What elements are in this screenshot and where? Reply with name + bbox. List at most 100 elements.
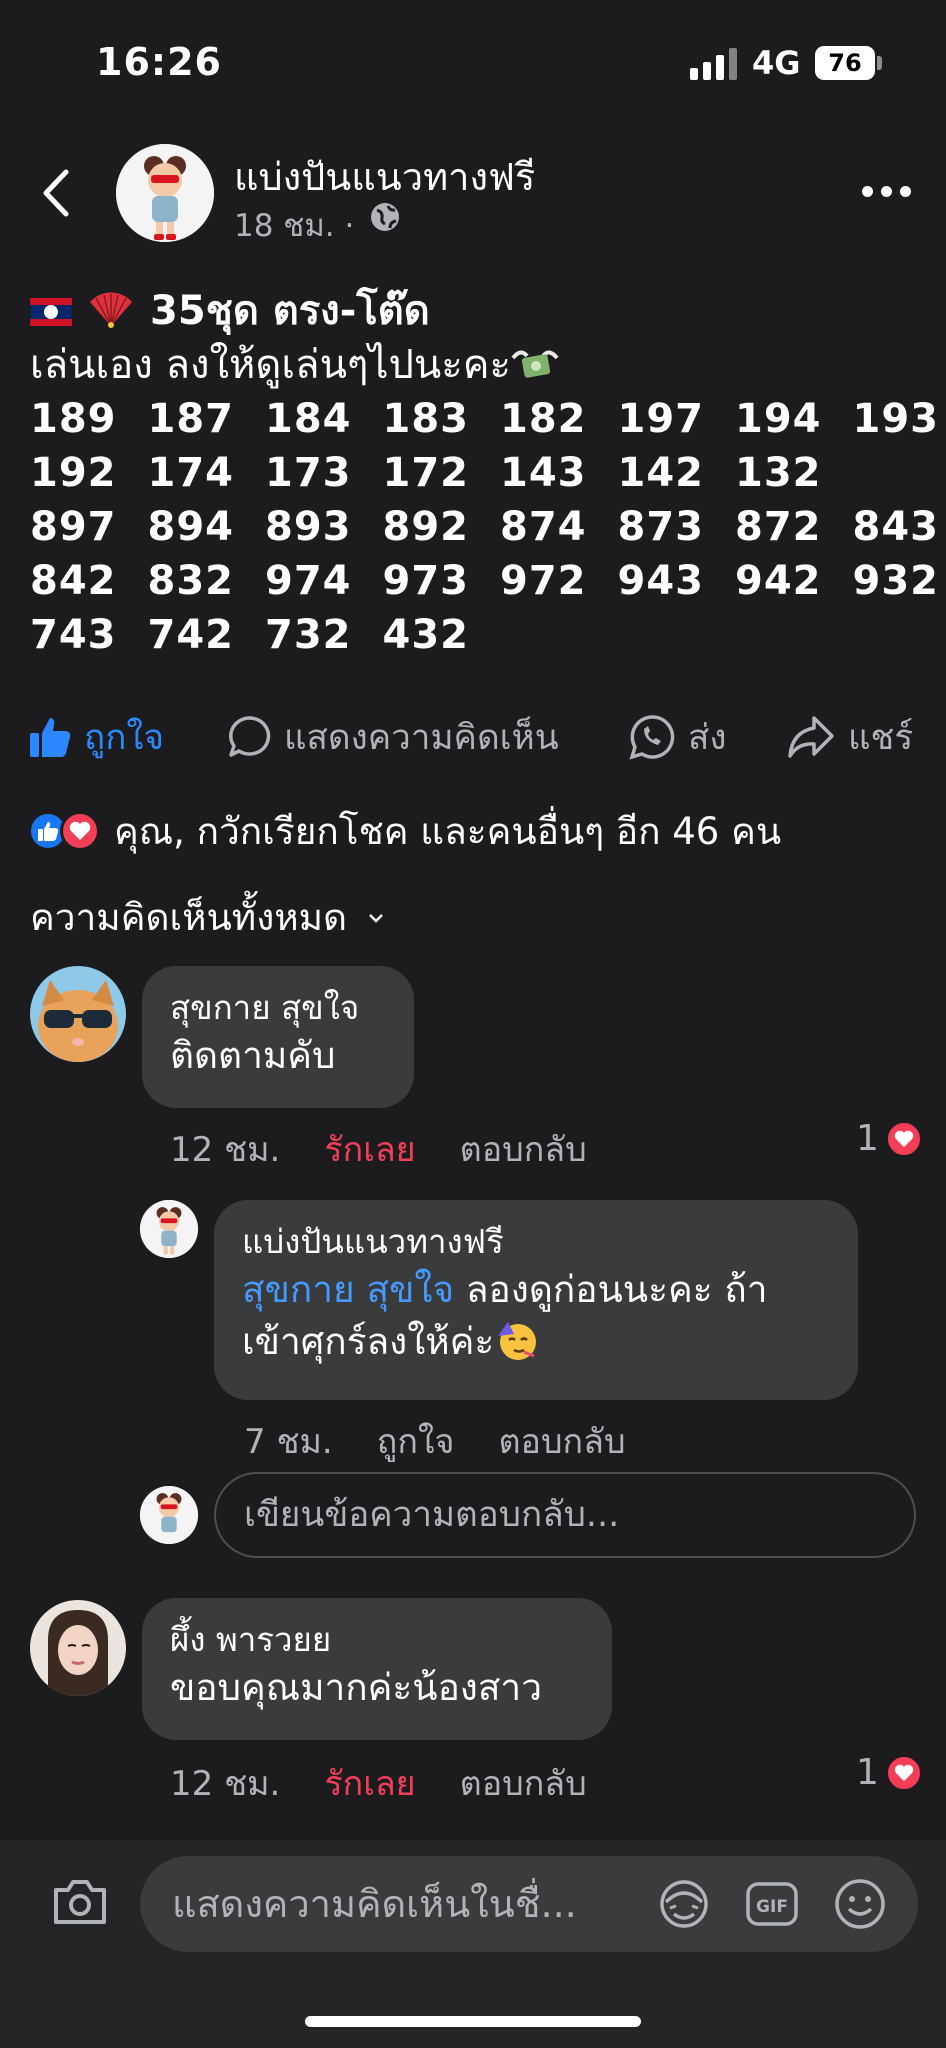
- comment-input[interactable]: แสดงความคิดเห็นในชื่...: [140, 1856, 918, 1952]
- number-item: 894: [147, 504, 234, 550]
- network-label: 4G: [752, 44, 801, 82]
- number-item: 732: [265, 612, 352, 658]
- number-item: 143: [500, 450, 587, 496]
- number-item: 974: [265, 558, 352, 604]
- comments-filter-label: ความคิดเห็นทั้งหมด: [30, 896, 348, 939]
- back-arrow-icon[interactable]: [38, 166, 78, 220]
- number-item: 932: [852, 558, 939, 604]
- post-body: 35ชุด ตรง-โต๊ด เล่นเอง ลงให้ดูเล่นๆไปนะค…: [30, 284, 938, 662]
- comment-reaction-count-2[interactable]: 1: [856, 1752, 923, 1793]
- post-title: 35ชุด ตรง-โต๊ด: [150, 288, 430, 334]
- commenter-avatar-2[interactable]: [30, 1600, 126, 1696]
- comment-reply-button-2[interactable]: ตอบกลับ: [460, 1756, 587, 1810]
- page-avatar[interactable]: [116, 144, 214, 242]
- comments-filter[interactable]: ความคิดเห็นทั้งหมด: [30, 888, 385, 947]
- comment-time-2: 12 ชม.: [170, 1764, 281, 1804]
- like-label: ถูกใจ: [84, 717, 164, 758]
- reply-time: 7 ชม.: [244, 1422, 333, 1462]
- number-item: 192: [30, 450, 117, 496]
- share-button[interactable]: แชร์: [786, 712, 913, 762]
- comment-bubble[interactable]: สุขกาย สุขใจ ติดตามคับ: [142, 966, 414, 1108]
- mention-link[interactable]: สุขกาย สุขใจ: [242, 1268, 454, 1311]
- comment-love-button-2[interactable]: รักเลย: [324, 1756, 415, 1810]
- comment-reaction-count[interactable]: 1: [856, 1118, 923, 1159]
- number-item: 184: [265, 396, 352, 442]
- number-list: 189 187 184 183 182 197 194 193 192 174 173 172 143 1…: [30, 392, 938, 662]
- partying-face-icon: [494, 1318, 538, 1362]
- like-button[interactable]: ถูกใจ: [28, 712, 164, 762]
- share-arrow-icon: [788, 716, 834, 758]
- number-item: 872: [735, 504, 822, 550]
- gif-icon[interactable]: GIF: [744, 1876, 800, 1932]
- reply-text-line2: เข้าศุกร์ลงให้ค่ะ: [242, 1316, 830, 1368]
- reply-author-name[interactable]: แบ่งปันแนวทางฟรี: [242, 1220, 830, 1264]
- number-item: 942: [735, 558, 822, 604]
- avatar-sticker-icon[interactable]: [656, 1876, 712, 1932]
- number-item: 172: [382, 450, 469, 496]
- heart-icon: [884, 1119, 923, 1158]
- status-time: 16:26: [96, 40, 222, 84]
- commenter-name[interactable]: สุขกาย สุขใจ: [170, 986, 386, 1030]
- comment-bubble-2[interactable]: ผึ้ง พารวยย ขอบคุณมากค่ะน้องสาว: [142, 1598, 612, 1740]
- reply-text-part: ลองดูก่อนนะคะ ถ้า: [454, 1268, 768, 1311]
- money-with-wings-icon: [511, 344, 559, 384]
- reply-avatar[interactable]: [140, 1200, 198, 1258]
- comment-love-button[interactable]: รักเลย: [324, 1122, 415, 1176]
- number-item: 874: [500, 504, 587, 550]
- number-item: 943: [617, 558, 704, 604]
- heart-icon-2: [884, 1753, 923, 1792]
- love-reaction-icon: [60, 811, 100, 851]
- post-time: 18 ชม. ·: [234, 208, 355, 244]
- comment-reply-button[interactable]: ตอบกลับ: [460, 1122, 587, 1176]
- more-options-icon[interactable]: [862, 182, 912, 202]
- battery-nub: [877, 56, 882, 70]
- number-item: 842: [30, 558, 117, 604]
- comment-bubble-icon: [229, 716, 271, 757]
- number-item: 843: [852, 504, 939, 550]
- number-item: 182: [500, 396, 587, 442]
- status-bar: 16:26 4G 76: [0, 0, 946, 130]
- comment-label: แสดงความคิดเห็น: [284, 717, 559, 758]
- post-action-bar: ถูกใจ แสดงความคิดเห็น ส่ง แชร์: [0, 700, 946, 770]
- commenter-avatar[interactable]: [30, 966, 126, 1062]
- reply-meta: 7 ชม. ถูกใจ ตอบกลับ: [244, 1414, 670, 1468]
- number-row: 192 174 173 172 143 142 132: [30, 446, 920, 500]
- reply-input[interactable]: เขียนข้อความตอบกลับ...: [214, 1472, 916, 1558]
- post-title-line: 35ชุด ตรง-โต๊ด: [30, 284, 920, 338]
- globe-icon: [368, 200, 402, 234]
- number-item: 432: [382, 612, 469, 658]
- commenter-name-2[interactable]: ผึ้ง พารวยย: [170, 1618, 584, 1662]
- number-row: 189 187 184 183 182 197 194 193: [30, 392, 938, 446]
- comment-button[interactable]: แสดงความคิดเห็น: [226, 712, 559, 762]
- reply-text-part2: เข้าศุกร์ลงให้ค่ะ: [242, 1320, 495, 1363]
- reply-bubble[interactable]: แบ่งปันแนวทางฟรี สุขกาย สุขใจ ลองดูก่อนน…: [214, 1200, 858, 1400]
- number-row: 743 742 732 432: [30, 608, 920, 662]
- emoji-icon[interactable]: [832, 1876, 888, 1932]
- send-button[interactable]: ส่ง: [628, 712, 726, 762]
- number-item: 189: [30, 396, 117, 442]
- chevron-down-icon: [369, 913, 383, 923]
- svg-text:GIF: GIF: [756, 1897, 788, 1917]
- number-item: 197: [617, 396, 704, 442]
- reply-reply-button[interactable]: ตอบกลับ: [498, 1414, 625, 1468]
- thumbs-up-icon: [30, 718, 71, 757]
- page-name[interactable]: แบ่งปันแนวทางฟรี: [234, 146, 535, 207]
- post-subtitle-line: เล่นเอง ลงให้ดูเล่นๆไปนะคะ: [30, 338, 920, 392]
- number-item: 897: [30, 504, 117, 550]
- reactions-summary[interactable]: คุณ, กวักเรียกโชค และคนอื่นๆ อีก 46 คน: [28, 806, 781, 856]
- reply-like-button[interactable]: ถูกใจ: [377, 1414, 455, 1468]
- post-subtitle: เล่นเอง ลงให้ดูเล่นๆไปนะคะ: [30, 342, 511, 388]
- number-item: 174: [147, 450, 234, 496]
- comment-time: 12 ชม.: [170, 1130, 281, 1170]
- whatsapp-icon: [629, 715, 675, 760]
- send-label: ส่ง: [688, 717, 727, 758]
- laos-flag-icon: [30, 298, 72, 326]
- camera-icon[interactable]: [50, 1874, 110, 1930]
- number-item: 193: [852, 396, 939, 442]
- number-row: 842 832 974 973 972 943 942 932: [30, 554, 938, 608]
- number-item: 194: [735, 396, 822, 442]
- share-label: แชร์: [848, 717, 914, 758]
- number-item: 973: [382, 558, 469, 604]
- signal-icon: [690, 48, 738, 80]
- number-item: 183: [382, 396, 469, 442]
